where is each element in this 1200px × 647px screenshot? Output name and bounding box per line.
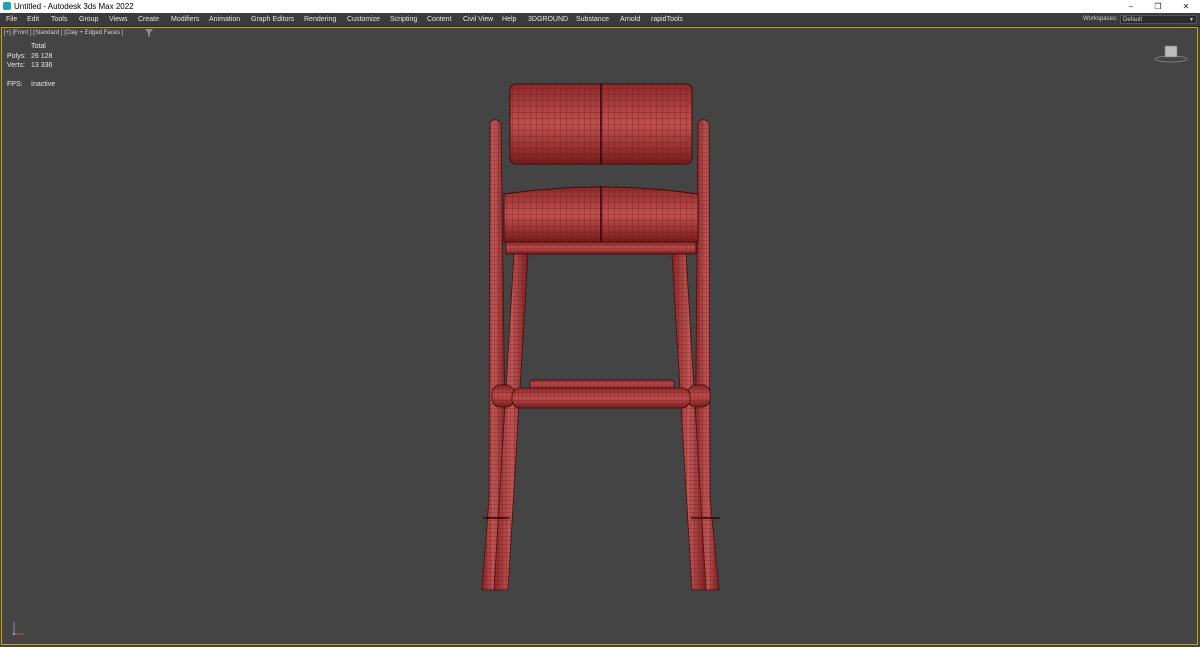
menu-group[interactable]: Group bbox=[79, 13, 98, 26]
footrest-side-right bbox=[687, 384, 711, 408]
footrest-front bbox=[511, 387, 691, 409]
title-bar: Untitled - Autodesk 3ds Max 2022 – ❐ ✕ bbox=[0, 0, 1200, 13]
footrest-side-left bbox=[491, 384, 515, 408]
workspaces-value: Default bbox=[1123, 17, 1143, 23]
app-icon bbox=[3, 2, 11, 10]
front-viewport[interactable]: [+] [Front ] [Standard ] [Clay + Edged F… bbox=[1, 27, 1198, 645]
menu-3dground[interactable]: 3DGROUND bbox=[528, 13, 568, 26]
menu-arnold[interactable]: Arnold bbox=[620, 13, 640, 26]
menu-rapidtools[interactable]: rapidTools bbox=[651, 13, 683, 26]
seat-cushion bbox=[503, 186, 699, 243]
menu-customize[interactable]: Customize bbox=[347, 13, 380, 26]
menu-civil-view[interactable]: Civil View bbox=[463, 13, 493, 26]
window-title: Untitled - Autodesk 3ds Max 2022 bbox=[14, 2, 134, 11]
bar-stool-model[interactable] bbox=[2, 28, 1197, 644]
menu-edit[interactable]: Edit bbox=[27, 13, 39, 26]
menu-bar: File Edit Tools Group Views Create Modif… bbox=[0, 13, 1200, 27]
menu-modifiers[interactable]: Modifiers bbox=[171, 13, 199, 26]
chevron-down-icon: ▼ bbox=[1189, 17, 1194, 23]
menu-file[interactable]: File bbox=[6, 13, 17, 26]
minimize-button[interactable]: – bbox=[1117, 0, 1145, 13]
menu-content[interactable]: Content bbox=[427, 13, 452, 26]
menu-rendering[interactable]: Rendering bbox=[304, 13, 336, 26]
workspaces-label: Workspaces: bbox=[1083, 16, 1118, 22]
restore-button[interactable]: ❐ bbox=[1144, 0, 1172, 13]
menu-views[interactable]: Views bbox=[109, 13, 128, 26]
menu-scripting[interactable]: Scripting bbox=[390, 13, 417, 26]
seat-frame bbox=[505, 241, 697, 255]
close-button[interactable]: ✕ bbox=[1172, 0, 1200, 13]
menu-tools[interactable]: Tools bbox=[51, 13, 67, 26]
menu-substance[interactable]: Substance bbox=[576, 13, 609, 26]
workspaces-dropdown[interactable]: Default ▼ bbox=[1120, 15, 1197, 24]
menu-help[interactable]: Help bbox=[502, 13, 516, 26]
backrest-cushion bbox=[509, 83, 693, 165]
menu-create[interactable]: Create bbox=[138, 13, 159, 26]
menu-graph-editors[interactable]: Graph Editors bbox=[251, 13, 294, 26]
menu-animation[interactable]: Animation bbox=[209, 13, 240, 26]
